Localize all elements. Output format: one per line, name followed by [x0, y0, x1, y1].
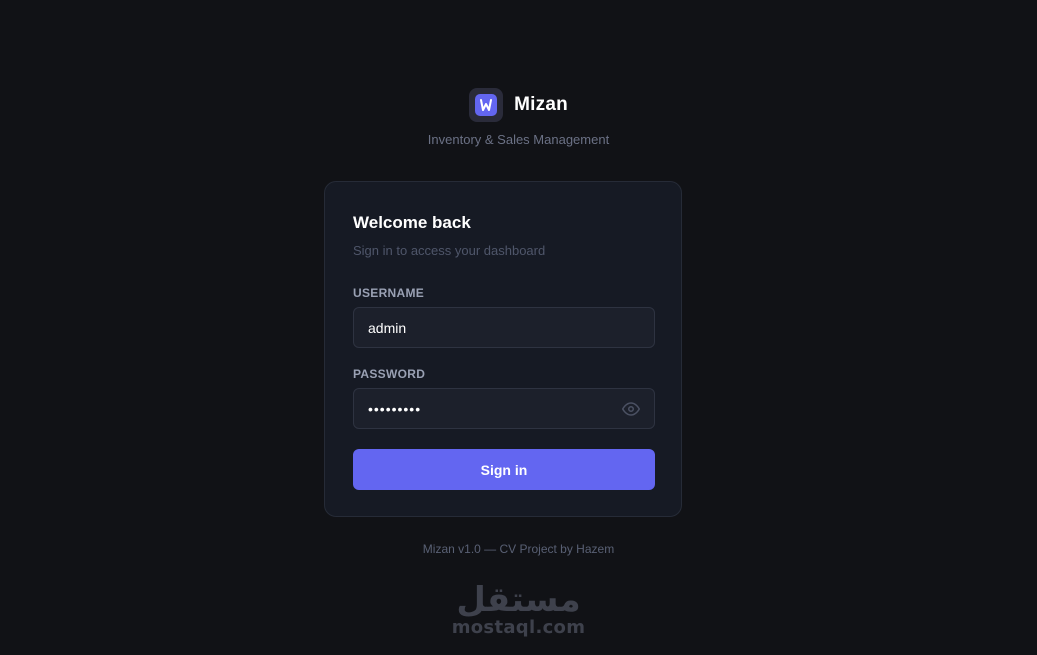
login-title: Welcome back [353, 213, 471, 232]
username-label: USERNAME [353, 286, 425, 300]
username-input[interactable] [354, 308, 654, 347]
brand-header: Mizan [0, 88, 1037, 122]
logo [469, 88, 504, 122]
app-tagline: Inventory & Sales Management [427, 132, 610, 147]
watermark: مستقل mostaql.com [0, 582, 1037, 638]
password-field-wrapper [353, 388, 655, 429]
watermark-latin: mostaql.com [451, 617, 586, 638]
footer-text: Mizan v1.0 — CV Project by Hazem [422, 542, 615, 556]
watermark-arabic: مستقل [456, 580, 581, 620]
login-subtitle: Sign in to access your dashboard [353, 243, 546, 258]
eye-icon[interactable] [622, 400, 640, 418]
username-field-wrapper [353, 307, 655, 348]
w-logo-icon [475, 94, 498, 116]
password-label: PASSWORD [353, 367, 426, 381]
login-card: Welcome back Sign in to access your dash… [324, 181, 682, 517]
app-name: Mizan [514, 94, 568, 115]
password-input[interactable] [354, 389, 654, 428]
sign-in-button[interactable]: Sign in [353, 449, 655, 490]
login-page: Mizan Inventory & Sales Management Welco… [0, 0, 1037, 655]
